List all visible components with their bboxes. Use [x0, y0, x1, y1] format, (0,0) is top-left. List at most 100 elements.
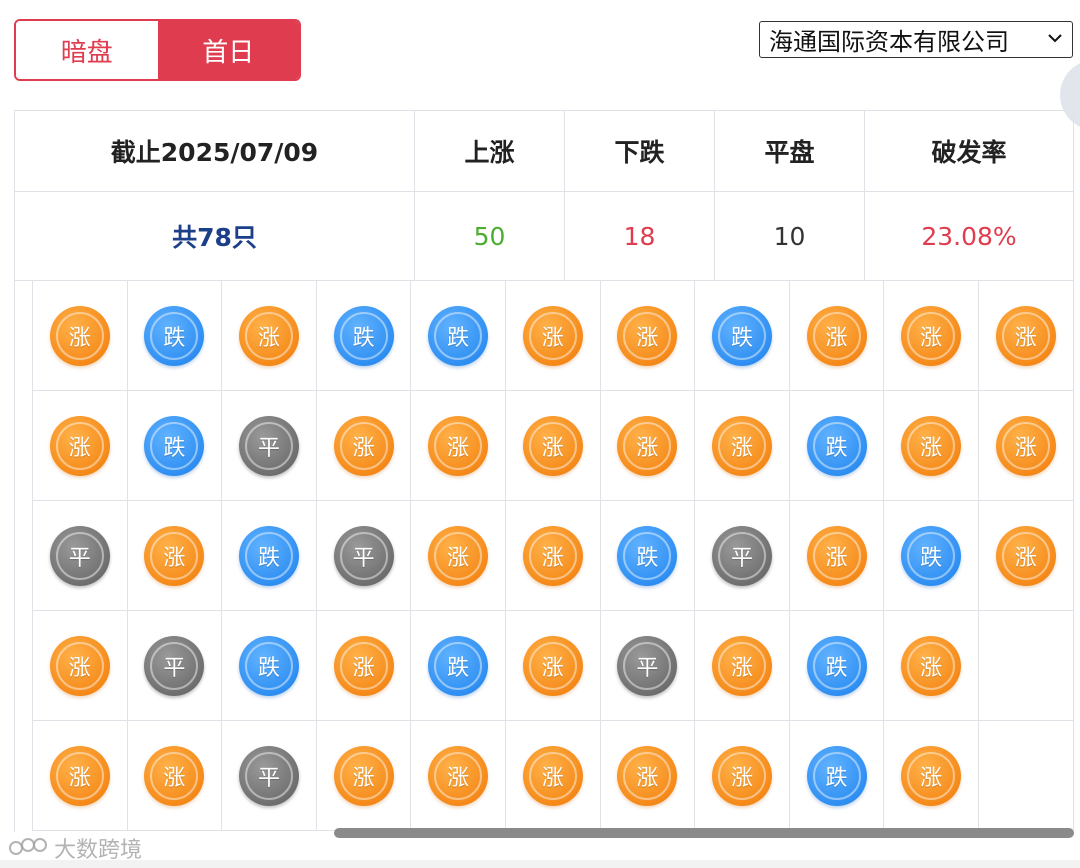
coin-up-icon[interactable]: 涨: [49, 415, 110, 476]
coin-label: 跌: [825, 765, 848, 791]
tab-dark-market[interactable]: 暗盘: [16, 21, 158, 79]
coin-label: 涨: [1014, 325, 1037, 351]
grid-cell: 涨: [695, 391, 790, 501]
coin-up-icon[interactable]: 涨: [522, 635, 583, 696]
coin-flat-icon[interactable]: 平: [144, 635, 205, 696]
coin-down-icon[interactable]: 跌: [238, 525, 299, 586]
coin-flat-icon[interactable]: 平: [238, 745, 299, 806]
coin-down-icon[interactable]: 跌: [144, 415, 205, 476]
grid-cell: 跌: [316, 281, 412, 391]
coin-up-icon[interactable]: 涨: [617, 415, 678, 476]
coin-label: 涨: [730, 765, 753, 791]
grid-cell: 涨: [316, 391, 412, 501]
coin-down-icon[interactable]: 跌: [333, 305, 394, 366]
coin-down-icon[interactable]: 跌: [806, 745, 867, 806]
coin-up-icon[interactable]: 涨: [428, 415, 489, 476]
coin-up-icon[interactable]: 涨: [806, 305, 867, 366]
coin-up-icon[interactable]: 涨: [901, 635, 962, 696]
grid-cell: 涨: [884, 721, 979, 831]
grid-cell: 涨: [411, 391, 506, 501]
coin-label: 跌: [825, 655, 848, 681]
grid-cell: 涨: [33, 721, 128, 831]
coin-up-icon[interactable]: 涨: [901, 415, 962, 476]
coin-flat-icon[interactable]: 平: [238, 415, 299, 476]
coin-down-icon[interactable]: 跌: [144, 305, 205, 366]
coin-flat-icon[interactable]: 平: [333, 525, 394, 586]
coin-label: 平: [257, 435, 280, 461]
break-rate-value: 23.08%: [864, 191, 1074, 281]
coin-up-icon[interactable]: 涨: [428, 745, 489, 806]
coin-down-icon[interactable]: 跌: [806, 415, 867, 476]
coin-up-icon[interactable]: 涨: [901, 305, 962, 366]
grid-cell: 涨: [884, 611, 979, 721]
ipo-result-grid: 涨跌涨跌跌涨涨跌涨涨涨涨跌平涨涨涨涨涨跌涨涨平涨跌平涨涨跌平涨跌涨涨平跌涨跌涨平…: [32, 280, 1074, 831]
coin-down-icon[interactable]: 跌: [428, 305, 489, 366]
grid-cell: 涨: [789, 501, 885, 611]
coin-label: 涨: [352, 765, 375, 791]
coin-label: 涨: [541, 325, 564, 351]
grid-cell: 跌: [127, 281, 223, 391]
coin-up-icon[interactable]: 涨: [428, 525, 489, 586]
coin-up-icon[interactable]: 涨: [995, 525, 1056, 586]
grid-cell: 平: [222, 721, 317, 831]
coin-up-icon[interactable]: 涨: [806, 525, 867, 586]
coin-up-icon[interactable]: 涨: [901, 745, 962, 806]
coin-up-icon[interactable]: 涨: [144, 525, 205, 586]
grid-cell: 平: [316, 501, 412, 611]
coin-up-icon[interactable]: 涨: [333, 635, 394, 696]
coin-label: 涨: [920, 765, 943, 791]
summary-table: 截止2025/07/09 上涨 下跌 平盘 破发率 共78只 50 18 10 …: [14, 110, 1074, 281]
coin-down-icon[interactable]: 跌: [238, 635, 299, 696]
grid-cell: [978, 611, 1074, 721]
coin-up-icon[interactable]: 涨: [995, 415, 1056, 476]
coin-up-icon[interactable]: 涨: [238, 305, 299, 366]
coin-flat-icon[interactable]: 平: [49, 525, 110, 586]
grid-cell: 平: [33, 501, 128, 611]
coin-up-icon[interactable]: 涨: [144, 745, 205, 806]
grid-cell: 涨: [316, 611, 412, 721]
coin-flat-icon[interactable]: 平: [711, 525, 772, 586]
coin-up-icon[interactable]: 涨: [711, 745, 772, 806]
grid-cell: 涨: [505, 391, 601, 501]
grid-cell: 跌: [222, 611, 317, 721]
coin-down-icon[interactable]: 跌: [428, 635, 489, 696]
grid-cell: 涨: [978, 501, 1074, 611]
coin-up-icon[interactable]: 涨: [617, 305, 678, 366]
grid-cell: 涨: [695, 611, 790, 721]
grid-cell: 平: [695, 501, 790, 611]
coin-up-icon[interactable]: 涨: [49, 745, 110, 806]
grid-left-border: [14, 280, 15, 832]
coin-up-icon[interactable]: 涨: [333, 745, 394, 806]
coin-up-icon[interactable]: 涨: [522, 525, 583, 586]
broker-select-value: 海通国际资本有限公司: [769, 28, 1009, 56]
coin-label: 涨: [1014, 435, 1037, 461]
coin-down-icon[interactable]: 跌: [711, 305, 772, 366]
coin-up-icon[interactable]: 涨: [49, 305, 110, 366]
grid-cell: 跌: [789, 391, 885, 501]
grid-cell: 跌: [411, 611, 506, 721]
coin-label: 跌: [163, 435, 186, 461]
coin-up-icon[interactable]: 涨: [333, 415, 394, 476]
tab-first-day[interactable]: 首日: [157, 21, 299, 79]
coin-flat-icon[interactable]: 平: [617, 635, 678, 696]
coin-down-icon[interactable]: 跌: [901, 525, 962, 586]
coin-label: 跌: [257, 545, 280, 571]
grid-cell: 涨: [600, 721, 696, 831]
coin-up-icon[interactable]: 涨: [711, 635, 772, 696]
coin-down-icon[interactable]: 跌: [806, 635, 867, 696]
coin-up-icon[interactable]: 涨: [522, 415, 583, 476]
coin-up-icon[interactable]: 涨: [617, 745, 678, 806]
coin-label: 涨: [352, 655, 375, 681]
horizontal-scrollbar[interactable]: [334, 828, 1074, 838]
up-header: 上涨: [414, 110, 565, 192]
broker-select[interactable]: 海通国际资本有限公司: [759, 21, 1073, 58]
coin-down-icon[interactable]: 跌: [617, 525, 678, 586]
grid-cell: 涨: [600, 281, 696, 391]
grid-cell: 跌: [695, 281, 790, 391]
break-rate-header: 破发率: [864, 110, 1074, 192]
coin-up-icon[interactable]: 涨: [995, 305, 1056, 366]
coin-up-icon[interactable]: 涨: [522, 745, 583, 806]
coin-up-icon[interactable]: 涨: [711, 415, 772, 476]
coin-up-icon[interactable]: 涨: [522, 305, 583, 366]
coin-up-icon[interactable]: 涨: [49, 635, 110, 696]
